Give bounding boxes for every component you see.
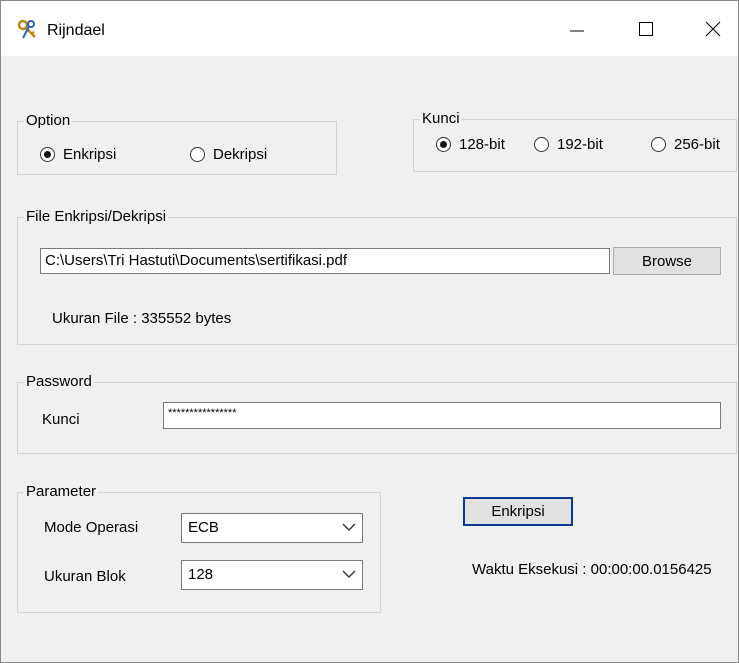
mode-operasi-value: ECB	[188, 519, 219, 536]
maximize-icon	[639, 22, 653, 36]
window-title: Rijndael	[47, 22, 105, 39]
app-window: Rijndael Option Enkripsi Dekripsi Kunci …	[0, 0, 739, 663]
title-bar[interactable]: Rijndael	[1, 1, 738, 56]
kunci-label: Kunci	[42, 411, 80, 428]
ukuran-blok-select[interactable]: 128	[181, 560, 363, 590]
enkripsi-button[interactable]: Enkripsi	[463, 497, 573, 526]
kunci-group: Kunci 128-bit 192-bit 256-bit	[413, 110, 737, 172]
minimize-button[interactable]	[554, 9, 600, 49]
option-legend: Option	[24, 112, 73, 130]
radio-192-bit-label: 192-bit	[557, 136, 603, 153]
mode-operasi-select[interactable]: ECB	[181, 513, 363, 543]
chevron-down-icon	[342, 523, 356, 531]
parameter-group: Parameter Mode Operasi ECB Ukuran Blok 1…	[17, 483, 381, 613]
maximize-button[interactable]	[623, 9, 669, 49]
parameter-legend: Parameter	[24, 483, 99, 501]
browse-button[interactable]: Browse	[613, 247, 721, 275]
file-group: File Enkripsi/Dekripsi C:\Users\Tri Hast…	[17, 208, 737, 345]
radio-indicator	[40, 147, 55, 162]
password-input[interactable]: ****************	[163, 402, 721, 429]
radio-enkripsi-label: Enkripsi	[63, 146, 117, 163]
close-icon	[705, 21, 721, 37]
radio-indicator	[651, 137, 666, 152]
file-legend: File Enkripsi/Dekripsi	[24, 208, 169, 226]
radio-256-bit[interactable]: 256-bit	[651, 136, 720, 153]
option-group: Option Enkripsi Dekripsi	[17, 112, 337, 175]
close-button[interactable]	[690, 9, 736, 49]
chevron-down-icon	[342, 570, 356, 578]
radio-dekripsi-label: Dekripsi	[213, 146, 268, 163]
password-group: Password Kunci ****************	[17, 373, 737, 454]
mode-operasi-label: Mode Operasi	[44, 519, 139, 536]
radio-indicator	[436, 137, 451, 152]
file-path-input[interactable]: C:\Users\Tri Hastuti\Documents\sertifika…	[40, 248, 610, 274]
radio-indicator	[534, 137, 549, 152]
kunci-legend: Kunci	[420, 110, 462, 128]
execution-time-text: Waktu Eksekusi : 00:00:00.0156425	[472, 561, 712, 578]
radio-192-bit[interactable]: 192-bit	[534, 136, 603, 153]
radio-indicator	[190, 147, 205, 162]
radio-enkripsi[interactable]: Enkripsi	[40, 146, 116, 163]
file-size-text: Ukuran File : 335552 bytes	[52, 310, 232, 327]
radio-128-bit-label: 128-bit	[459, 136, 505, 153]
radio-128-bit[interactable]: 128-bit	[436, 136, 505, 153]
password-legend: Password	[24, 373, 94, 391]
ukuran-blok-value: 128	[188, 566, 214, 583]
keys-icon	[17, 19, 36, 39]
radio-256-bit-label: 256-bit	[674, 136, 720, 153]
radio-dekripsi[interactable]: Dekripsi	[190, 146, 267, 163]
minimize-icon	[570, 30, 584, 32]
ukuran-blok-label: Ukuran Blok	[44, 568, 126, 585]
